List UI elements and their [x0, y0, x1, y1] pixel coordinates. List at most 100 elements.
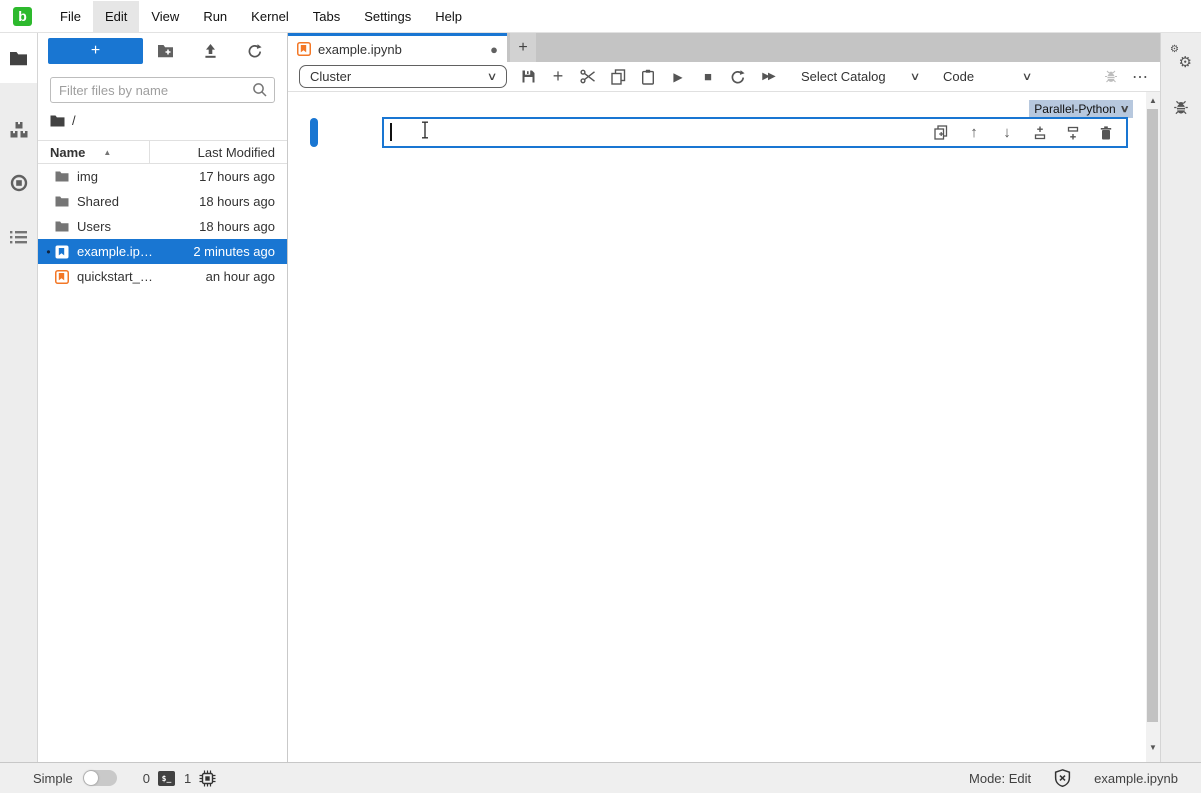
simple-mode-toggle[interactable] [83, 770, 117, 786]
kernels-count: 1 [184, 771, 191, 786]
file-row-img[interactable]: img 17 hours ago [38, 164, 287, 189]
run-cell-button[interactable]: ▶ [663, 63, 693, 91]
status-bar: Simple 0 $_ 1 Mode: Edit example.ipynb [0, 762, 1201, 793]
debugger-toggle-button[interactable] [1104, 69, 1118, 84]
file-row-quickstart-notebook[interactable]: quickstart_… an hour ago [38, 264, 287, 289]
scrollbar-down-arrow[interactable]: ▼ [1146, 740, 1160, 754]
column-header-modified[interactable]: Last Modified [150, 145, 287, 160]
new-folder-icon [157, 44, 174, 58]
cut-cells-button[interactable] [573, 63, 603, 91]
scrollbar-thumb[interactable] [1147, 109, 1158, 722]
restart-kernel-button[interactable] [723, 63, 753, 91]
workspace: + [0, 33, 1201, 762]
more-commands-button[interactable]: ⋯ [1132, 67, 1148, 87]
sidebar-tab-debugger[interactable] [1173, 99, 1189, 116]
insert-cell-below-button[interactable] [1065, 126, 1081, 140]
kernel-select[interactable]: Parallel-Python ∨ [1029, 100, 1133, 118]
copy-cells-button[interactable] [603, 63, 633, 91]
cell-prompt-area [318, 117, 382, 148]
file-modified: 18 hours ago [199, 194, 287, 209]
interrupt-kernel-button[interactable]: ■ [693, 63, 723, 91]
menu-run[interactable]: Run [191, 1, 239, 32]
terminal-icon[interactable]: $_ [158, 771, 175, 786]
logo-letter: b [18, 8, 27, 24]
paste-cells-button[interactable] [633, 63, 663, 91]
tab-example-ipynb[interactable]: example.ipynb ● [288, 33, 507, 62]
ellipsis-icon: ⋯ [1132, 69, 1148, 86]
file-name: quickstart_… [77, 269, 206, 284]
menu-file[interactable]: File [48, 1, 93, 32]
left-sidebar [0, 33, 38, 762]
app-logo[interactable]: b [13, 7, 32, 26]
trash-icon [1100, 126, 1112, 140]
filter-files-input[interactable] [50, 77, 275, 103]
folder-icon [55, 196, 70, 207]
menu-help[interactable]: Help [423, 1, 474, 32]
notebook-icon [55, 270, 70, 284]
notebook-scrollbar[interactable]: ▲ ▼ [1146, 92, 1160, 762]
cell-type-select[interactable]: Code ∨ [943, 69, 1031, 84]
file-row-users[interactable]: Users 18 hours ago [38, 214, 287, 239]
restart-and-run-all-button[interactable]: ▶▶ [753, 63, 783, 91]
notebook-content: Parallel-Python ∨ ↑ ↓ [288, 92, 1160, 762]
move-cell-down-button[interactable]: ↓ [999, 124, 1015, 141]
not-trusted-shield-icon[interactable] [1054, 769, 1071, 787]
clipboard-icon [641, 69, 655, 85]
breadcrumb-root: / [72, 113, 76, 128]
scrollbar-up-arrow[interactable]: ▲ [1146, 93, 1160, 107]
cell-collapser[interactable] [310, 118, 318, 147]
menu-view[interactable]: View [139, 1, 191, 32]
breadcrumb[interactable]: / [38, 103, 287, 134]
save-button[interactable] [513, 63, 543, 91]
scissors-icon [580, 69, 596, 84]
home-folder-icon [50, 115, 65, 127]
new-launcher-button[interactable]: + [48, 38, 143, 64]
kernel-chip-icon[interactable] [199, 770, 216, 787]
folder-icon [55, 221, 70, 232]
new-tab-button[interactable]: + [510, 33, 536, 62]
menu-kernel[interactable]: Kernel [239, 1, 301, 32]
sidebar-tab-clusters[interactable] [0, 105, 37, 155]
file-row-example-notebook[interactable]: • example.ip… 2 minutes ago [38, 239, 287, 264]
file-row-shared[interactable]: Shared 18 hours ago [38, 189, 287, 214]
duplicate-cell-button[interactable] [933, 125, 949, 140]
upload-button[interactable] [188, 38, 233, 64]
file-browser-panel: + [38, 33, 288, 762]
code-cell: ↑ ↓ [310, 117, 1128, 148]
refresh-button[interactable] [232, 38, 277, 64]
cluster-select[interactable]: Cluster ∨ [299, 65, 507, 88]
menu-edit[interactable]: Edit [93, 1, 139, 32]
insert-below-icon [1066, 126, 1080, 140]
file-name: example.ip… [77, 244, 193, 259]
sidebar-tab-property-inspector[interactable]: ⚙ ⚙ [1170, 47, 1192, 69]
notebook-icon [297, 42, 311, 56]
bug-icon [1104, 69, 1118, 84]
simple-mode-label: Simple [33, 771, 73, 786]
new-folder-button[interactable] [143, 38, 188, 64]
sidebar-tab-running[interactable] [0, 158, 37, 208]
move-cell-up-button[interactable]: ↑ [966, 124, 982, 141]
sidebar-tab-table-of-contents[interactable] [0, 212, 37, 262]
arrow-up-icon: ↑ [970, 124, 978, 141]
file-modified: 18 hours ago [199, 219, 287, 234]
cell-editor[interactable]: ↑ ↓ [382, 117, 1128, 148]
insert-cell-button[interactable]: + [543, 63, 573, 91]
menu-settings[interactable]: Settings [352, 1, 423, 32]
delete-cell-button[interactable] [1098, 126, 1114, 140]
sidebar-tab-file-browser[interactable] [0, 33, 37, 83]
tab-label: example.ipynb [318, 42, 402, 57]
running-indicator-dot: • [42, 245, 55, 259]
column-header-name[interactable]: Name ▲ [38, 141, 150, 163]
plus-icon: + [553, 66, 564, 87]
catalog-select[interactable]: Select Catalog ∨ [801, 69, 919, 84]
clusters-icon [10, 122, 28, 138]
current-file-label[interactable]: example.ipynb [1094, 771, 1178, 786]
chevron-down-icon: ∨ [910, 70, 921, 83]
arrow-down-icon: ↓ [1003, 124, 1011, 141]
unsaved-changes-dot[interactable]: ● [490, 42, 498, 57]
folder-icon [9, 51, 28, 66]
mode-indicator: Mode: Edit [969, 771, 1031, 786]
menu-tabs[interactable]: Tabs [301, 1, 352, 32]
catalog-select-value: Select Catalog [801, 69, 886, 84]
insert-cell-above-button[interactable] [1032, 126, 1048, 140]
